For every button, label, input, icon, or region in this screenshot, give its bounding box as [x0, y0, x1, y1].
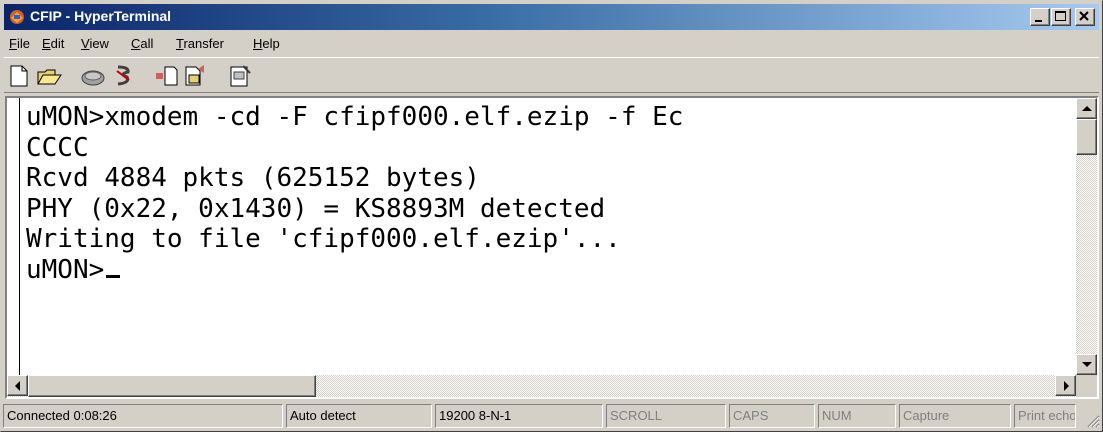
terminal-output: uMON>xmodem -cd -F cfipf000.elf.ezip -f …	[26, 102, 683, 285]
arrow-down-icon	[1082, 362, 1092, 367]
status-scroll: SCROLL	[606, 404, 726, 428]
status-bar: Connected 0:08:26 Auto detect 19200 8-N-…	[3, 402, 1102, 430]
text-cursor	[106, 274, 121, 278]
receive-file-icon[interactable]	[182, 63, 210, 89]
horizontal-scrollbar[interactable]	[7, 375, 1076, 397]
menu-transfer[interactable]: Transfer	[176, 36, 224, 51]
menu-edit[interactable]: Edit	[42, 36, 64, 51]
status-connected: Connected 0:08:26	[3, 404, 283, 428]
minimize-button[interactable]	[1030, 8, 1050, 26]
terminal-line: Writing to file 'cfipf000.elf.ezip'...	[26, 224, 621, 254]
close-icon	[1079, 11, 1089, 21]
maximize-icon	[1055, 11, 1066, 21]
maximize-button[interactable]	[1051, 8, 1071, 26]
close-button[interactable]	[1075, 8, 1095, 26]
terminal-prompt: uMON>	[26, 254, 105, 285]
terminal-prompt-line: uMON>	[26, 255, 683, 286]
phone-call-icon[interactable]	[79, 63, 107, 89]
title-bar[interactable]: CFIP - HyperTerminal	[4, 4, 1099, 30]
open-folder-icon[interactable]	[35, 63, 63, 89]
hyperterminal-window: CFIP - HyperTerminal File Edit View Call…	[0, 0, 1103, 432]
terminal-frame: uMON>xmodem -cd -F cfipf000.elf.ezip -f …	[5, 96, 1099, 399]
vertical-scrollbar[interactable]	[1076, 98, 1097, 375]
toolbar	[4, 57, 1099, 93]
resize-grip-icon[interactable]	[1086, 414, 1100, 428]
arrow-up-icon	[1082, 106, 1092, 111]
arrow-right-icon	[1064, 381, 1069, 391]
terminal-line: PHY (0x22, 0x1430) = KS8893M detected	[26, 193, 606, 224]
scroll-left-button[interactable]	[7, 375, 28, 396]
terminal-line: uMON>xmodem -cd -F cfipf000.elf.ezip -f …	[26, 102, 684, 132]
status-caps: CAPS	[729, 404, 815, 428]
send-file-icon[interactable]	[153, 63, 181, 89]
menu-file[interactable]: File	[9, 36, 30, 51]
scroll-up-button[interactable]	[1076, 98, 1097, 119]
terminal-line: CCCC	[26, 132, 89, 163]
disconnect-icon[interactable]	[109, 63, 137, 89]
terminal-screen[interactable]: uMON>xmodem -cd -F cfipf000.elf.ezip -f …	[7, 98, 1076, 375]
scroll-down-button[interactable]	[1076, 354, 1097, 375]
menu-view[interactable]: View	[81, 36, 109, 51]
hyperterminal-app-icon[interactable]	[8, 8, 26, 26]
scroll-right-button[interactable]	[1055, 375, 1076, 396]
window-title: CFIP - HyperTerminal	[30, 8, 172, 24]
status-capture: Capture	[899, 404, 1011, 428]
menu-call[interactable]: Call	[131, 36, 153, 51]
properties-icon[interactable]	[226, 63, 254, 89]
menu-help[interactable]: Help	[253, 36, 280, 51]
arrow-left-icon	[15, 381, 20, 391]
vertical-scroll-thumb[interactable]	[1076, 119, 1097, 155]
menu-bar: File Edit View Call Transfer Help	[4, 33, 1099, 55]
minimize-icon	[1035, 20, 1042, 22]
status-print-echo: Print echo	[1014, 404, 1076, 428]
scrollbar-corner	[1076, 375, 1097, 397]
status-num: NUM	[818, 404, 896, 428]
status-settings: 19200 8-N-1	[435, 404, 603, 428]
terminal-line: Rcvd 4884 pkts (625152 bytes)	[26, 163, 480, 193]
terminal-margin-line	[19, 98, 20, 375]
status-detect: Auto detect	[286, 404, 432, 428]
new-document-icon[interactable]	[5, 63, 33, 89]
horizontal-scroll-thumb[interactable]	[28, 375, 316, 397]
